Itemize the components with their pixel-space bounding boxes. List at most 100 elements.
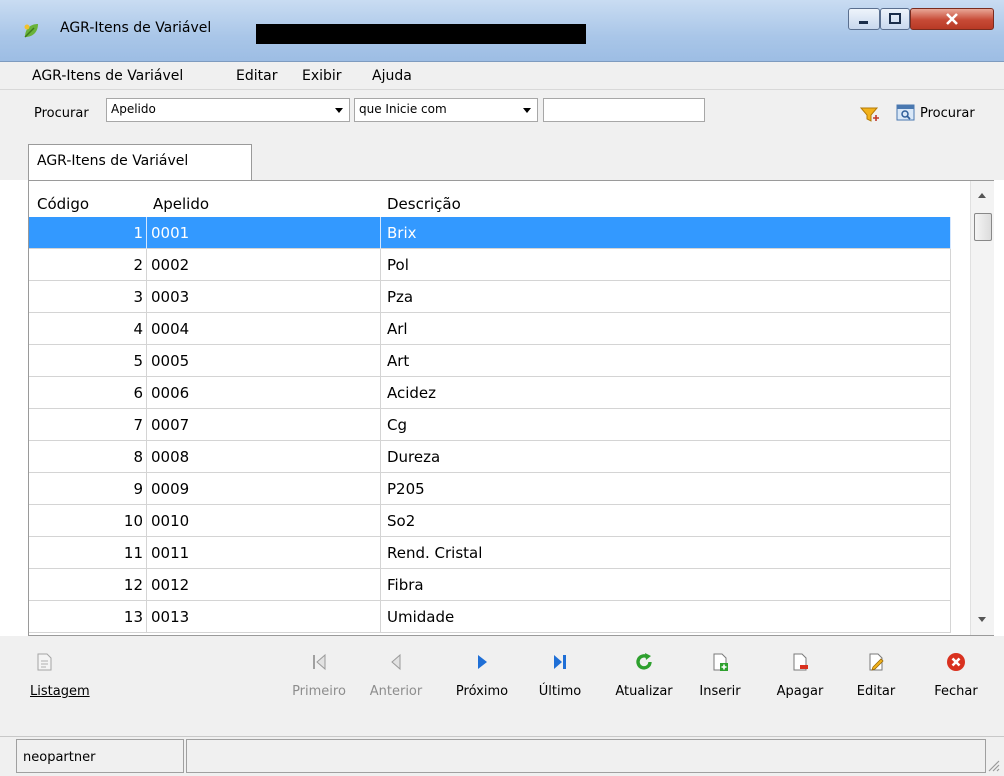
scroll-up-icon[interactable] bbox=[978, 193, 986, 198]
cell-apelido[interactable]: 0006 bbox=[147, 377, 381, 409]
cell-codigo[interactable]: 7 bbox=[29, 409, 147, 441]
menu-bar: AGR-Itens de Variável Editar Exibir Ajud… bbox=[0, 62, 1004, 90]
table-row[interactable]: 10 0010 So2 bbox=[29, 505, 951, 537]
table-row[interactable]: 7 0007 Cg bbox=[29, 409, 951, 441]
cell-descricao[interactable]: Arl bbox=[381, 313, 951, 345]
table-row[interactable]: 9 0009 P205 bbox=[29, 473, 951, 505]
fechar-label: Fechar bbox=[934, 684, 978, 699]
cell-apelido[interactable]: 0013 bbox=[147, 601, 381, 633]
column-header-apelido[interactable]: Apelido bbox=[153, 195, 209, 213]
cell-descricao[interactable]: Umidade bbox=[381, 601, 951, 633]
title-bar[interactable]: AGR-Itens de Variável bbox=[0, 0, 1004, 62]
listagem-button[interactable]: Listagem bbox=[30, 646, 104, 699]
cell-descricao[interactable]: Pol bbox=[381, 249, 951, 281]
table-row[interactable]: 2 0002 Pol bbox=[29, 249, 951, 281]
menu-agr-itens[interactable]: AGR-Itens de Variável bbox=[32, 68, 183, 84]
table-row[interactable]: 1 0001 Brix bbox=[29, 217, 951, 249]
table-row[interactable]: 13 0013 Umidade bbox=[29, 601, 951, 633]
table-row[interactable]: 4 0004 Arl bbox=[29, 313, 951, 345]
cell-codigo[interactable]: 5 bbox=[29, 345, 147, 377]
tab-agr-itens[interactable]: AGR-Itens de Variável bbox=[28, 144, 252, 180]
scroll-thumb[interactable] bbox=[974, 213, 992, 241]
ultimo-button[interactable]: Último bbox=[530, 646, 590, 699]
table-row[interactable]: 6 0006 Acidez bbox=[29, 377, 951, 409]
editar-label: Editar bbox=[856, 684, 896, 699]
column-header-codigo[interactable]: Código bbox=[37, 195, 89, 213]
search-button-label: Procurar bbox=[920, 105, 975, 121]
cell-apelido[interactable]: 0011 bbox=[147, 537, 381, 569]
table-row[interactable]: 5 0005 Art bbox=[29, 345, 951, 377]
close-icon bbox=[946, 13, 958, 25]
cell-apelido[interactable]: 0003 bbox=[147, 281, 381, 313]
maximize-button[interactable] bbox=[880, 8, 910, 30]
anterior-button[interactable]: Anterior bbox=[356, 646, 436, 699]
apagar-button[interactable]: Apagar bbox=[770, 646, 830, 699]
cell-descricao[interactable]: Rend. Cristal bbox=[381, 537, 951, 569]
minimize-button[interactable] bbox=[848, 8, 880, 30]
cell-descricao[interactable]: So2 bbox=[381, 505, 951, 537]
cell-apelido[interactable]: 0004 bbox=[147, 313, 381, 345]
cell-codigo[interactable]: 3 bbox=[29, 281, 147, 313]
table-row[interactable]: 11 0011 Rend. Cristal bbox=[29, 537, 951, 569]
cell-apelido[interactable]: 0007 bbox=[147, 409, 381, 441]
fechar-button[interactable]: Fechar bbox=[928, 646, 984, 699]
proximo-button[interactable]: Próximo bbox=[444, 646, 520, 699]
delete-document-icon bbox=[793, 653, 808, 671]
editar-button[interactable]: Editar bbox=[848, 646, 904, 699]
cell-apelido[interactable]: 0009 bbox=[147, 473, 381, 505]
search-operator-select[interactable]: que Inicie com bbox=[354, 98, 538, 122]
cell-descricao[interactable]: Cg bbox=[381, 409, 951, 441]
cell-codigo[interactable]: 10 bbox=[29, 505, 147, 537]
cell-apelido[interactable]: 0012 bbox=[147, 569, 381, 601]
cell-codigo[interactable]: 11 bbox=[29, 537, 147, 569]
search-label: Procurar bbox=[34, 106, 89, 121]
cell-codigo[interactable]: 13 bbox=[29, 601, 147, 633]
close-window-button[interactable] bbox=[910, 8, 994, 30]
data-grid: Código Apelido Descrição 1 0001 Brix 2 0002 P… bbox=[28, 180, 994, 636]
search-field-select[interactable]: Apelido bbox=[106, 98, 350, 122]
cell-apelido[interactable]: 0001 bbox=[147, 217, 381, 249]
inserir-button[interactable]: Inserir bbox=[690, 646, 750, 699]
primeiro-label: Primeiro bbox=[292, 684, 346, 699]
grid-rows: 1 0001 Brix 2 0002 Pol 3 0003 Pza 4 0004 Arl 5 0005 Ar… bbox=[29, 217, 951, 633]
scroll-down-icon[interactable] bbox=[978, 617, 986, 622]
cell-descricao[interactable]: Brix bbox=[381, 217, 951, 249]
atualizar-button[interactable]: Atualizar bbox=[604, 646, 684, 699]
table-row[interactable]: 3 0003 Pza bbox=[29, 281, 951, 313]
resize-grip-icon[interactable] bbox=[986, 758, 1000, 772]
cell-codigo[interactable]: 12 bbox=[29, 569, 147, 601]
menu-editar[interactable]: Editar bbox=[236, 68, 277, 84]
vertical-scrollbar[interactable] bbox=[970, 181, 994, 635]
primeiro-button[interactable]: Primeiro bbox=[284, 646, 354, 699]
cell-codigo[interactable]: 9 bbox=[29, 473, 147, 505]
minimize-icon bbox=[859, 21, 868, 24]
cell-codigo[interactable]: 1 bbox=[29, 217, 147, 249]
cell-descricao[interactable]: Pza bbox=[381, 281, 951, 313]
search-button[interactable]: Procurar bbox=[896, 102, 975, 124]
cell-apelido[interactable]: 0008 bbox=[147, 441, 381, 473]
search-bar: Procurar Apelido que Inicie com Procurar bbox=[0, 90, 1004, 134]
search-field-value: Apelido bbox=[111, 102, 156, 116]
menu-ajuda[interactable]: Ajuda bbox=[372, 68, 412, 84]
table-row[interactable]: 8 0008 Dureza bbox=[29, 441, 951, 473]
cell-codigo[interactable]: 2 bbox=[29, 249, 147, 281]
cell-descricao[interactable]: Fibra bbox=[381, 569, 951, 601]
table-row[interactable]: 12 0012 Fibra bbox=[29, 569, 951, 601]
search-input[interactable] bbox=[543, 98, 705, 122]
cell-apelido[interactable]: 0005 bbox=[147, 345, 381, 377]
cell-descricao[interactable]: Acidez bbox=[381, 377, 951, 409]
column-header-descricao[interactable]: Descrição bbox=[387, 195, 461, 213]
cell-apelido[interactable]: 0010 bbox=[147, 505, 381, 537]
cell-descricao[interactable]: P205 bbox=[381, 473, 951, 505]
filter-icon[interactable] bbox=[860, 106, 880, 124]
listagem-label: Listagem bbox=[30, 684, 90, 699]
cell-apelido[interactable]: 0002 bbox=[147, 249, 381, 281]
next-record-icon bbox=[478, 655, 487, 669]
cell-codigo[interactable]: 8 bbox=[29, 441, 147, 473]
cell-descricao[interactable]: Art bbox=[381, 345, 951, 377]
cell-codigo[interactable]: 6 bbox=[29, 377, 147, 409]
apagar-label: Apagar bbox=[776, 684, 824, 699]
cell-codigo[interactable]: 4 bbox=[29, 313, 147, 345]
cell-descricao[interactable]: Dureza bbox=[381, 441, 951, 473]
menu-exibir[interactable]: Exibir bbox=[302, 68, 342, 84]
